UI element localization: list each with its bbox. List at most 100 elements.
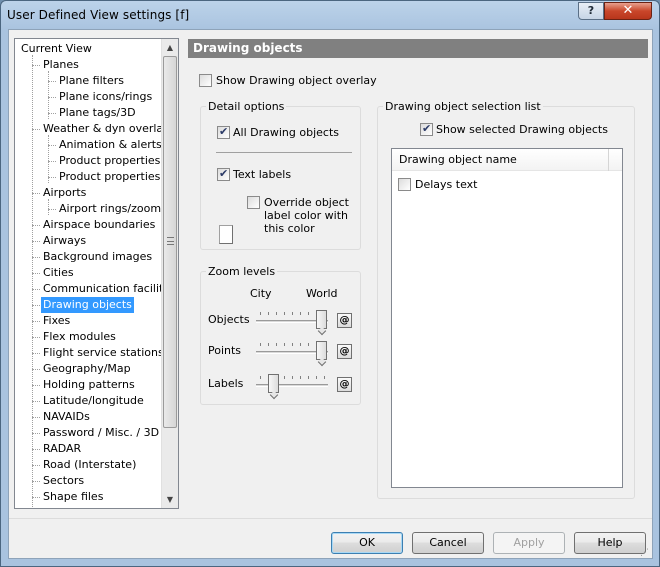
- text-labels-label[interactable]: Text labels: [233, 168, 291, 181]
- tree-item[interactable]: Plane icons/rings: [57, 89, 154, 105]
- tree-item[interactable]: Plane filters: [57, 73, 126, 89]
- slider-tick: [308, 343, 309, 346]
- label-color-swatch[interactable]: [219, 225, 233, 244]
- override-color-label-line2[interactable]: label color with: [264, 209, 348, 222]
- help-button[interactable]: Help: [574, 532, 646, 554]
- tree-item[interactable]: Current View: [19, 41, 94, 57]
- zoom-slider-label: Objects: [208, 313, 250, 326]
- zoom-at-button[interactable]: @: [337, 377, 352, 392]
- tree-item[interactable]: Product properties 2: [57, 169, 173, 185]
- list-column-header[interactable]: Drawing object name: [392, 149, 622, 171]
- override-color-label-line3[interactable]: this color: [264, 222, 315, 235]
- tree-guide-line: [32, 433, 40, 434]
- list-item[interactable]: Delays text: [415, 178, 477, 191]
- tree-item[interactable]: Geography/Map: [41, 361, 133, 377]
- show-overlay-checkbox[interactable]: [199, 74, 212, 87]
- tree-item[interactable]: Animation & alerts: [57, 137, 164, 153]
- tree-item[interactable]: Holding patterns: [41, 377, 137, 393]
- show-selected-checkbox[interactable]: [420, 122, 433, 136]
- tree-guide-line: [32, 385, 40, 386]
- show-selected-label[interactable]: Show selected Drawing objects: [436, 123, 608, 136]
- drawing-object-list[interactable]: Drawing object name Delays text: [391, 148, 623, 488]
- column-divider[interactable]: [608, 149, 609, 171]
- zoom-city-label: City: [250, 287, 272, 300]
- separator-line: [216, 152, 352, 153]
- tree-item[interactable]: Sectors: [41, 473, 86, 489]
- tree-guide-line: [48, 135, 49, 183]
- cancel-button[interactable]: Cancel: [412, 532, 484, 554]
- tree-item[interactable]: Cities: [41, 265, 76, 281]
- zoom-at-button[interactable]: @: [337, 313, 352, 328]
- tree-guide-line: [32, 129, 40, 130]
- zoom-slider-thumb[interactable]: [316, 341, 327, 360]
- tree-item[interactable]: Fixes: [41, 313, 72, 329]
- tree-item[interactable]: Background images: [41, 249, 154, 265]
- tree-guide-line: [32, 225, 40, 226]
- dialog-client-area: Current View Planes Plane filters Plane ico…: [8, 29, 653, 559]
- tree-item[interactable]: Flex modules: [41, 329, 118, 345]
- tree-guide-line: [32, 305, 40, 306]
- slider-tick: [308, 376, 309, 379]
- settings-tree[interactable]: Current View Planes Plane filters Plane ico…: [14, 38, 179, 509]
- tree-item[interactable]: Airspace boundaries: [41, 217, 157, 233]
- section-header: Drawing objects: [188, 39, 648, 58]
- slider-tick: [292, 312, 293, 315]
- tree-item[interactable]: Password / Misc. / 3D: [41, 425, 161, 441]
- zoom-slider-thumb[interactable]: [316, 310, 327, 329]
- slider-tick: [284, 312, 285, 315]
- slider-tick: [276, 343, 277, 346]
- zoom-world-label: World: [306, 287, 338, 300]
- apply-button[interactable]: Apply: [493, 532, 565, 554]
- tree-item[interactable]: NAVAIDs: [41, 409, 92, 425]
- zoom-at-button[interactable]: @: [337, 344, 352, 359]
- tree-guide-line: [32, 241, 40, 242]
- zoom-levels-title: Zoom levels: [206, 265, 278, 278]
- slider-tick: [300, 376, 301, 379]
- zoom-slider-thumb[interactable]: [268, 374, 280, 393]
- tree-item[interactable]: Shape files: [41, 489, 105, 505]
- override-color-checkbox[interactable]: [247, 196, 260, 209]
- scroll-up-arrow-icon[interactable]: ▲: [162, 39, 178, 56]
- zoom-slider-track[interactable]: [256, 384, 328, 387]
- tree-scrollbar[interactable]: ▲ ▼: [161, 39, 178, 508]
- override-color-label-line1[interactable]: Override object: [264, 196, 349, 209]
- tree-item[interactable]: Latitude/longitude: [41, 393, 146, 409]
- scroll-down-arrow-icon[interactable]: ▼: [162, 491, 178, 508]
- title-bar[interactable]: User Defined View settings [f] ? ✕: [1, 1, 659, 29]
- slider-tick: [292, 376, 293, 379]
- tree-guide-line: [32, 65, 40, 66]
- tree-item[interactable]: Drawing objects: [41, 297, 134, 313]
- tree-guide-line: [48, 199, 49, 215]
- tree-item[interactable]: Airways: [41, 233, 88, 249]
- close-button[interactable]: ✕: [604, 2, 652, 20]
- tree-guide-line: [32, 193, 40, 194]
- slider-tick: [300, 312, 301, 315]
- tree-guide-line: [48, 145, 56, 146]
- tree-item[interactable]: Planes: [41, 57, 81, 73]
- selection-list-title: Drawing object selection list: [383, 100, 543, 113]
- tree-item[interactable]: Airports: [41, 185, 88, 201]
- tree-item[interactable]: Plane tags/3D: [57, 105, 138, 121]
- tree-guide-line: [32, 321, 40, 322]
- tree-item[interactable]: RADAR: [41, 441, 83, 457]
- tree-item[interactable]: Road (Interstate): [41, 457, 138, 473]
- tree-guide-line: [48, 161, 56, 162]
- tree-item[interactable]: Weather & dyn overlays: [41, 121, 177, 137]
- all-drawing-objects-label[interactable]: All Drawing objects: [233, 126, 339, 139]
- tree-item[interactable]: Communication facilities: [41, 281, 178, 297]
- scroll-thumb[interactable]: [163, 56, 177, 428]
- tree-item[interactable]: Product properties: [57, 153, 162, 169]
- text-labels-checkbox[interactable]: [217, 167, 230, 181]
- ok-button[interactable]: OK: [331, 532, 403, 554]
- slider-tick: [324, 376, 325, 379]
- resize-grip-icon[interactable]: ⋰: [640, 548, 650, 558]
- tree-guide-line: [32, 337, 40, 338]
- all-drawing-objects-checkbox[interactable]: [217, 125, 230, 139]
- slider-tick: [260, 343, 261, 346]
- show-overlay-label[interactable]: Show Drawing object overlay: [216, 74, 377, 87]
- tree-item[interactable]: Airport rings/zoom: [57, 201, 163, 217]
- list-row-checkbox[interactable]: [398, 178, 411, 191]
- tree-guide-line: [32, 497, 40, 498]
- title-help-button[interactable]: ?: [578, 2, 604, 20]
- tree-item[interactable]: Flight service stations: [41, 345, 166, 361]
